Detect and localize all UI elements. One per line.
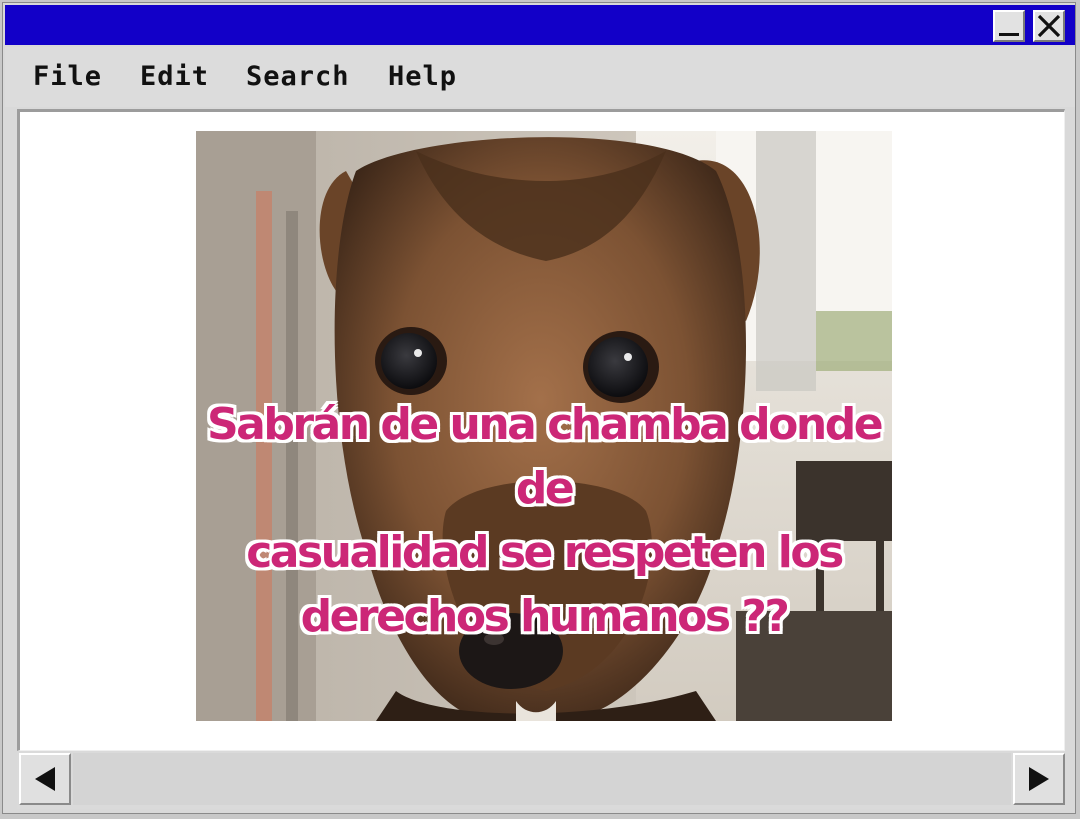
close-icon [1037,14,1061,38]
arrow-right-icon [1029,767,1049,791]
menu-file[interactable]: File [33,61,102,92]
title-bar[interactable] [5,5,1075,45]
dog-photo: Sabrán de una chamba donde de casualidad… [196,131,892,721]
arrow-left-icon [35,767,55,791]
menu-search[interactable]: Search [246,61,350,92]
scroll-left-button[interactable] [19,753,71,805]
caption-line-2: casualidad se respeten los [246,527,844,578]
scroll-right-button[interactable] [1013,753,1065,805]
app-window: File Edit Search Help Sabrán de una cham… [2,2,1076,814]
horizontal-scrollbar[interactable] [17,751,1065,809]
minimize-button[interactable] [993,10,1025,42]
close-button[interactable] [1033,10,1065,42]
minimize-icon [999,33,1019,36]
caption-line-3: derechos humanos ?? [300,591,790,642]
scroll-track[interactable] [73,753,1011,805]
menu-bar: File Edit Search Help [5,47,1075,107]
menu-edit[interactable]: Edit [140,61,209,92]
caption-line-1: Sabrán de una chamba donde de [206,399,884,514]
meme-caption: Sabrán de una chamba donde de casualidad… [196,393,892,649]
menu-help[interactable]: Help [388,61,457,92]
content-area: Sabrán de una chamba donde de casualidad… [17,109,1065,751]
